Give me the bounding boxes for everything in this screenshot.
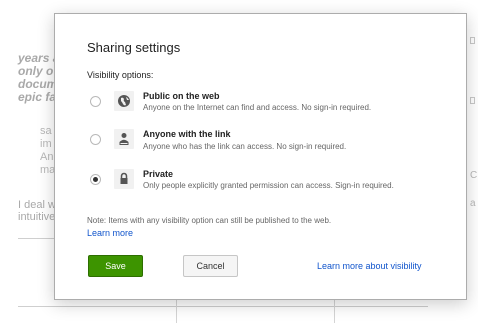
background-handle (470, 37, 475, 44)
background-text: C (470, 170, 478, 181)
visibility-option-public[interactable]: Public on the web Anyone on the Internet… (90, 91, 440, 121)
background-handle (470, 97, 475, 104)
dialog-title: Sharing settings (87, 40, 181, 55)
option-description: Anyone who has the link can access. No s… (143, 142, 347, 151)
sharing-settings-dialog: Sharing settings Visibility options: Pub… (54, 13, 467, 300)
radio-public[interactable] (90, 96, 101, 107)
lock-icon (114, 169, 134, 189)
background-text: im (40, 138, 52, 150)
background-divider (334, 300, 335, 323)
background-divider (18, 306, 428, 307)
globe-icon (114, 91, 134, 111)
cancel-button[interactable]: Cancel (183, 255, 238, 277)
option-description: Only people explicitly granted permissio… (143, 181, 394, 190)
radio-link[interactable] (90, 134, 101, 145)
background-text: epic fa (18, 90, 57, 104)
background-text: An (40, 151, 54, 163)
background-divider (176, 300, 177, 323)
background-divider (18, 238, 54, 239)
radio-private[interactable] (90, 174, 101, 185)
background-text: ma (40, 164, 56, 176)
background-text: docum (18, 77, 58, 91)
visibility-option-link[interactable]: Anyone with the link Anyone who has the … (90, 129, 440, 159)
option-description: Anyone on the Internet can find and acce… (143, 103, 372, 112)
option-title: Public on the web (143, 91, 220, 101)
background-text: a (470, 198, 476, 209)
background-text: intuitive (18, 211, 56, 223)
background-text: sa (40, 125, 52, 137)
option-title: Private (143, 169, 174, 179)
publish-note: Note: Items with any visibility option c… (87, 216, 332, 225)
learn-more-visibility-link[interactable]: Learn more about visibility (317, 261, 422, 271)
background-text: only o (18, 64, 54, 78)
learn-more-link[interactable]: Learn more (87, 228, 133, 238)
save-button[interactable]: Save (88, 255, 143, 277)
link-user-icon (114, 129, 134, 149)
option-title: Anyone with the link (143, 129, 231, 139)
visibility-options-label: Visibility options: (87, 70, 154, 80)
visibility-option-private[interactable]: Private Only people explicitly granted p… (90, 169, 440, 199)
